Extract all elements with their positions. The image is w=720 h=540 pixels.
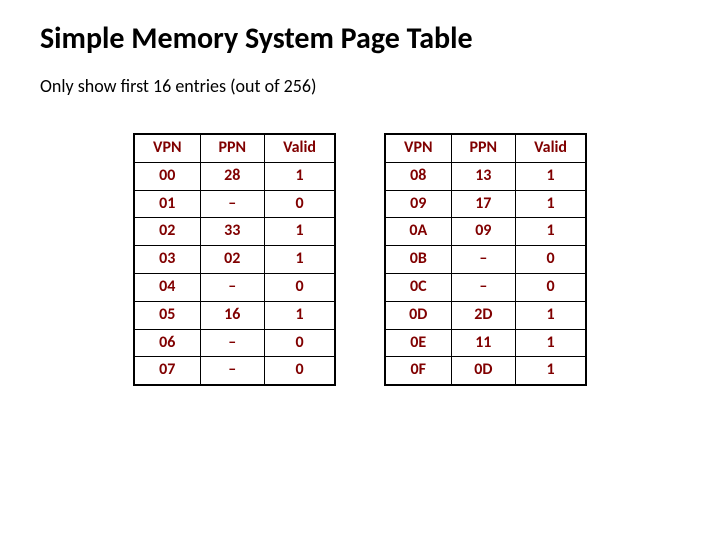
cell-vpn: 03 — [134, 246, 200, 274]
cell-vpn: 01 — [134, 190, 200, 218]
table-row: 0A 09 1 — [385, 218, 586, 246]
cell-vpn: 02 — [134, 218, 200, 246]
table-row: 01 – 0 — [134, 190, 335, 218]
cell-vpn: 0D — [385, 301, 451, 329]
table-header-row: VPN PPN Valid — [385, 134, 586, 162]
cell-valid: 1 — [516, 218, 586, 246]
page-table-right: VPN PPN Valid 08 13 1 09 17 1 0A — [384, 133, 587, 386]
cell-vpn: 05 — [134, 301, 200, 329]
table-row: 00 28 1 — [134, 162, 335, 190]
col-valid: Valid — [265, 134, 335, 162]
cell-ppn: – — [200, 357, 265, 385]
cell-valid: 0 — [265, 273, 335, 301]
cell-valid: 0 — [265, 190, 335, 218]
cell-vpn: 0F — [385, 357, 451, 385]
cell-vpn: 07 — [134, 357, 200, 385]
cell-ppn: 17 — [451, 190, 516, 218]
table-row: 0B – 0 — [385, 246, 586, 274]
col-vpn: VPN — [134, 134, 200, 162]
cell-ppn: – — [200, 329, 265, 357]
table-row: 08 13 1 — [385, 162, 586, 190]
cell-vpn: 0B — [385, 246, 451, 274]
cell-ppn: – — [200, 273, 265, 301]
col-ppn: PPN — [451, 134, 516, 162]
table-row: 03 02 1 — [134, 246, 335, 274]
tables-container: VPN PPN Valid 00 28 1 01 – 0 02 — [40, 133, 680, 386]
cell-ppn: 0D — [451, 357, 516, 385]
cell-ppn: – — [451, 273, 516, 301]
cell-valid: 0 — [516, 246, 586, 274]
cell-valid: 0 — [265, 329, 335, 357]
page-subtitle: Only show first 16 entries (out of 256) — [40, 75, 680, 97]
cell-vpn: 06 — [134, 329, 200, 357]
table-row: 05 16 1 — [134, 301, 335, 329]
table-row: 0D 2D 1 — [385, 301, 586, 329]
table-row: 0C – 0 — [385, 273, 586, 301]
cell-vpn: 0E — [385, 329, 451, 357]
cell-ppn: 33 — [200, 218, 265, 246]
page-table-left: VPN PPN Valid 00 28 1 01 – 0 02 — [133, 133, 336, 386]
cell-valid: 0 — [516, 273, 586, 301]
cell-ppn: 09 — [451, 218, 516, 246]
cell-vpn: 0A — [385, 218, 451, 246]
cell-vpn: 0C — [385, 273, 451, 301]
table-header-row: VPN PPN Valid — [134, 134, 335, 162]
table-row: 0E 11 1 — [385, 329, 586, 357]
cell-vpn: 04 — [134, 273, 200, 301]
table-row: 06 – 0 — [134, 329, 335, 357]
page-title: Simple Memory System Page Table — [40, 20, 680, 57]
cell-valid: 1 — [516, 190, 586, 218]
cell-vpn: 08 — [385, 162, 451, 190]
cell-vpn: 00 — [134, 162, 200, 190]
cell-ppn: 02 — [200, 246, 265, 274]
col-ppn: PPN — [200, 134, 265, 162]
cell-valid: 1 — [265, 301, 335, 329]
cell-valid: 0 — [265, 357, 335, 385]
cell-ppn: 28 — [200, 162, 265, 190]
cell-ppn: – — [200, 190, 265, 218]
cell-valid: 1 — [265, 162, 335, 190]
cell-ppn: 16 — [200, 301, 265, 329]
cell-vpn: 09 — [385, 190, 451, 218]
cell-ppn: 11 — [451, 329, 516, 357]
cell-ppn: – — [451, 246, 516, 274]
cell-valid: 1 — [516, 162, 586, 190]
col-valid: Valid — [516, 134, 586, 162]
table-row: 04 – 0 — [134, 273, 335, 301]
cell-valid: 1 — [516, 329, 586, 357]
cell-ppn: 2D — [451, 301, 516, 329]
cell-valid: 1 — [516, 301, 586, 329]
table-row: 07 – 0 — [134, 357, 335, 385]
table-row: 02 33 1 — [134, 218, 335, 246]
cell-valid: 1 — [265, 218, 335, 246]
col-vpn: VPN — [385, 134, 451, 162]
table-row: 09 17 1 — [385, 190, 586, 218]
cell-valid: 1 — [516, 357, 586, 385]
table-row: 0F 0D 1 — [385, 357, 586, 385]
cell-ppn: 13 — [451, 162, 516, 190]
cell-valid: 1 — [265, 246, 335, 274]
